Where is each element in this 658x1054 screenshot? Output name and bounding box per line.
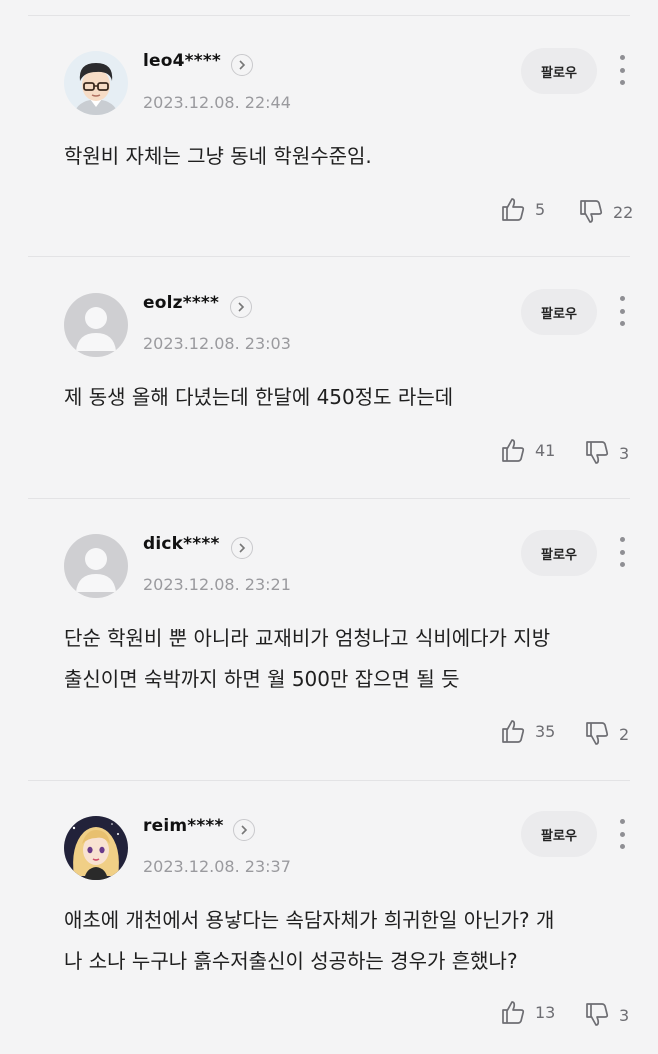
more-dot bbox=[619, 55, 625, 60]
profile-chevron-button[interactable] bbox=[233, 819, 255, 841]
like-button[interactable]: 41 bbox=[500, 437, 555, 463]
more-dot bbox=[619, 844, 625, 849]
follow-button[interactable]: 팔로우 bbox=[521, 811, 597, 857]
cartoon-woman-avatar-icon bbox=[64, 816, 128, 880]
thumbs-down-icon bbox=[586, 441, 609, 464]
more-dot bbox=[619, 308, 625, 314]
comment-timestamp: 2023.12.08. 22:44 bbox=[143, 93, 291, 112]
dislike-button[interactable]: 2 bbox=[584, 721, 629, 747]
comment-divider bbox=[28, 256, 630, 257]
like-count: 13 bbox=[535, 1002, 556, 1022]
more-options-button[interactable] bbox=[612, 294, 632, 328]
like-count: 41 bbox=[535, 440, 556, 460]
default-person-icon bbox=[64, 293, 128, 357]
username[interactable]: dick**** bbox=[143, 534, 220, 554]
comment-text: 애초에 개천에서 용낳다는 속담자체가 희귀한일 아닌가? 개 나 소나 누구나… bbox=[64, 908, 555, 973]
thumbs-up-icon bbox=[502, 1001, 525, 1024]
more-options-button[interactable] bbox=[612, 535, 632, 569]
more-options-button[interactable] bbox=[612, 817, 632, 851]
like-button[interactable]: 13 bbox=[500, 999, 555, 1025]
profile-chevron-button[interactable] bbox=[231, 54, 253, 76]
dislike-count: 3 bbox=[619, 1005, 630, 1025]
more-dot bbox=[619, 80, 625, 85]
username[interactable]: leo4**** bbox=[143, 51, 221, 71]
more-options-button[interactable] bbox=[612, 53, 632, 87]
more-dot bbox=[619, 537, 625, 542]
top-divider bbox=[28, 15, 630, 16]
profile-chevron-button[interactable] bbox=[231, 537, 253, 559]
like-button[interactable]: 5 bbox=[500, 196, 545, 222]
avatar[interactable] bbox=[64, 534, 128, 598]
thumbs-down-icon bbox=[586, 1003, 609, 1026]
dislike-button[interactable]: 3 bbox=[584, 1002, 629, 1028]
comment-divider bbox=[28, 780, 630, 781]
dislike-button[interactable]: 22 bbox=[578, 199, 633, 225]
like-button[interactable]: 35 bbox=[500, 718, 555, 744]
comment-timestamp: 2023.12.08. 23:03 bbox=[143, 334, 291, 353]
profile-chevron-button[interactable] bbox=[230, 296, 252, 318]
avatar[interactable] bbox=[64, 293, 128, 357]
like-count: 35 bbox=[535, 721, 556, 741]
thumbs-up-icon bbox=[502, 439, 525, 462]
comment-text: 제 동생 올해 다녔는데 한달에 450정도 라는데 bbox=[64, 385, 454, 409]
thumbs-up-icon bbox=[502, 720, 525, 743]
more-dot bbox=[619, 831, 625, 837]
comment-text: 학원비 자체는 그냥 동네 학원수준임. bbox=[64, 144, 372, 168]
dislike-count: 2 bbox=[619, 724, 630, 744]
thumbs-down-icon bbox=[580, 200, 603, 223]
follow-button[interactable]: 팔로우 bbox=[521, 530, 597, 576]
username[interactable]: eolz**** bbox=[143, 293, 219, 313]
follow-button[interactable]: 팔로우 bbox=[521, 289, 597, 335]
username[interactable]: reim**** bbox=[143, 816, 224, 836]
dislike-button[interactable]: 3 bbox=[584, 440, 629, 466]
more-dot bbox=[619, 819, 625, 824]
chevron-right-icon bbox=[239, 543, 246, 553]
avatar[interactable] bbox=[64, 816, 128, 880]
more-dot bbox=[619, 562, 625, 567]
thumbs-down-icon bbox=[586, 722, 609, 745]
follow-button[interactable]: 팔로우 bbox=[521, 48, 597, 94]
comment-divider bbox=[28, 498, 630, 499]
more-dot bbox=[619, 321, 625, 326]
comment-timestamp: 2023.12.08. 23:21 bbox=[143, 575, 291, 594]
more-dot bbox=[619, 549, 625, 555]
default-person-icon bbox=[64, 534, 128, 598]
more-dot bbox=[619, 296, 625, 301]
chevron-right-icon bbox=[238, 302, 245, 312]
comment-text: 단순 학원비 뿐 아니라 교재비가 엄청나고 식비에다가 지방 출신이면 숙박까… bbox=[64, 626, 551, 691]
dislike-count: 3 bbox=[619, 443, 630, 463]
chevron-right-icon bbox=[241, 825, 248, 835]
avatar[interactable] bbox=[64, 51, 128, 115]
more-dot bbox=[619, 67, 625, 73]
cartoon-man-avatar-icon bbox=[64, 51, 128, 115]
dislike-count: 22 bbox=[613, 202, 634, 222]
thumbs-up-icon bbox=[502, 198, 525, 221]
chevron-right-icon bbox=[239, 60, 246, 70]
comment-timestamp: 2023.12.08. 23:37 bbox=[143, 857, 291, 876]
like-count: 5 bbox=[535, 199, 546, 219]
